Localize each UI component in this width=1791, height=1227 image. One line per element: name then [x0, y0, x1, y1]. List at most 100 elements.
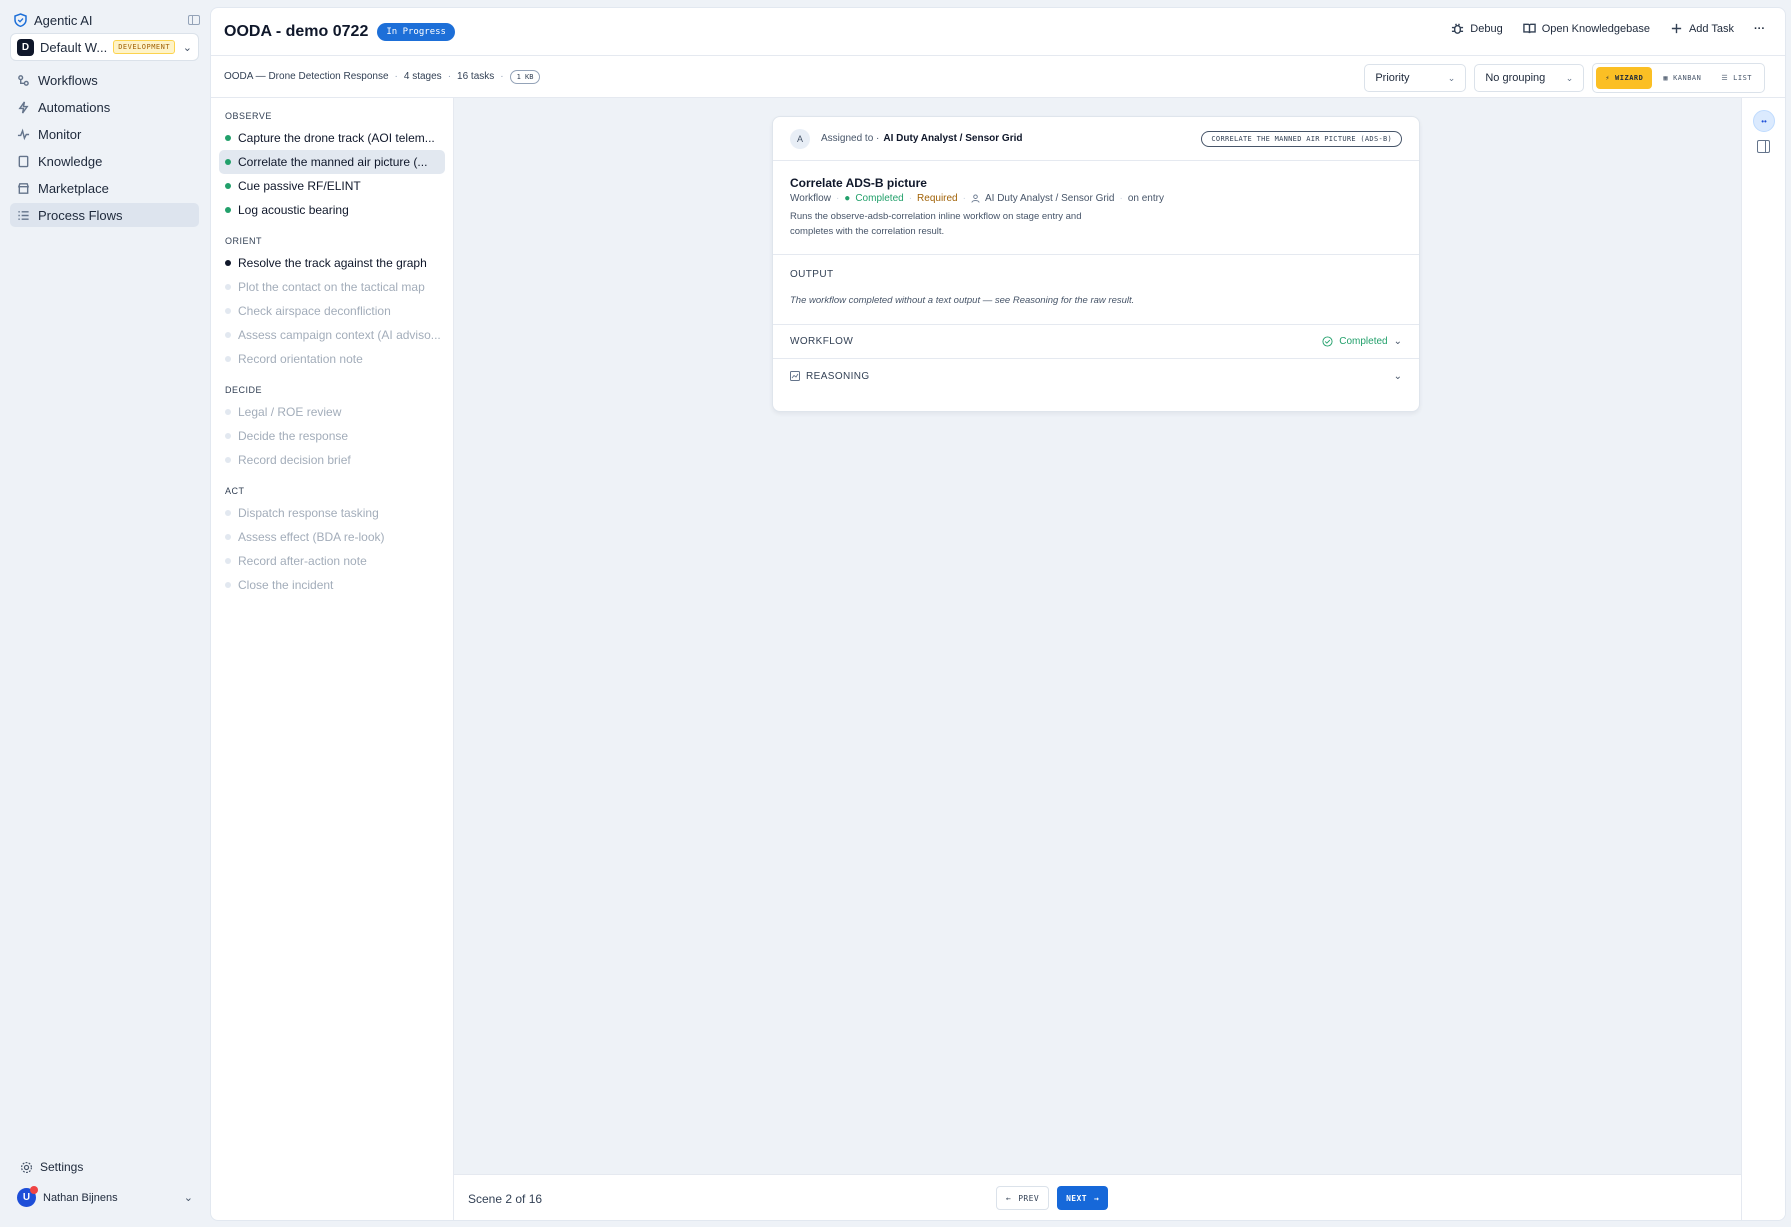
task-item[interactable]: Decide the response	[219, 424, 445, 448]
view-toggle: ⚡ WIZARD ▦ KANBAN ☰ LIST	[1592, 63, 1765, 93]
user-name: Nathan Bijnens	[43, 1191, 118, 1204]
priority-select-value: Priority	[1375, 72, 1410, 84]
sidebar-item-marketplace[interactable]: Marketplace	[10, 176, 199, 200]
main-panel: OODA - demo 0722 In Progress Debug Open …	[210, 7, 1786, 1221]
status-dot	[225, 207, 231, 213]
workspace-name: Default W...	[40, 39, 108, 55]
task-item[interactable]: Legal / ROE review	[219, 400, 445, 424]
view-list-button[interactable]: ☰ LIST	[1712, 67, 1761, 89]
task-label: Dispatch response tasking	[238, 506, 379, 520]
status-badge: In Progress	[377, 22, 455, 41]
list-icon	[18, 210, 29, 220]
task-item[interactable]: Record orientation note	[219, 347, 445, 371]
task-label: Correlate the manned air picture (...	[238, 155, 428, 169]
add-task-button[interactable]: Add Task	[1670, 22, 1734, 35]
status-dot	[225, 356, 231, 362]
chevron-down-icon: ⌄	[1393, 370, 1402, 382]
output-label: OUTPUT	[790, 269, 834, 280]
task-label: Resolve the track against the graph	[238, 256, 427, 270]
task-item[interactable]: Dispatch response tasking	[219, 501, 445, 525]
status-dot	[225, 534, 231, 540]
sidebar-item-monitor[interactable]: Monitor	[10, 122, 199, 146]
avatar: U	[17, 1186, 38, 1207]
task-item[interactable]: Check airspace deconfliction	[219, 299, 445, 323]
separator: ·	[500, 71, 504, 82]
chevron-down-icon: ⌄	[1393, 336, 1402, 347]
prev-button[interactable]: ← PREV	[996, 1186, 1050, 1210]
list-icon: ☰	[1721, 74, 1729, 82]
grouping-select-value: No grouping	[1485, 72, 1546, 84]
task-item[interactable]: Log acoustic bearing	[219, 198, 445, 222]
sidebar-item-automations[interactable]: Automations	[10, 95, 199, 119]
knowledgebase-label: Open Knowledgebase	[1541, 22, 1650, 35]
task-item[interactable]: Cue passive RF/ELINT	[219, 174, 445, 198]
wand-icon: ⚡	[1605, 74, 1611, 82]
user-menu[interactable]: U Nathan Bijnens ⌄	[17, 1186, 193, 1207]
scene-counter: Scene 2 of 16	[468, 1191, 543, 1206]
separator: ·	[962, 193, 966, 204]
task-item[interactable]: Close the incident	[219, 573, 445, 597]
arrow-right-icon: →	[1093, 1193, 1100, 1203]
sidebar: Agentic AI D Default W... DEVELOPMENT ⌄ …	[0, 0, 210, 1227]
card-header: A Assigned to · AI Duty Analyst / Sensor…	[773, 117, 1419, 161]
grouping-select[interactable]: No grouping ⌄	[1474, 64, 1585, 92]
reasoning-label: REASONING	[806, 370, 870, 382]
page-title: OODA - demo 0722	[224, 22, 369, 40]
task-item[interactable]: Assess effect (BDA re-look)	[219, 525, 445, 549]
bolt-icon	[18, 101, 29, 113]
workflow-section-toggle[interactable]: WORKFLOW Completed ⌄	[773, 325, 1419, 359]
stage-header: ORIENT	[225, 236, 263, 246]
task-item[interactable]: Plot the contact on the tactical map	[219, 275, 445, 299]
open-knowledgebase-button[interactable]: Open Knowledgebase	[1522, 22, 1650, 35]
priority-select[interactable]: Priority ⌄	[1364, 64, 1467, 92]
sidebar-item-knowledge[interactable]: Knowledge	[10, 149, 199, 173]
task-label: Capture the drone track (AOI telem...	[238, 131, 435, 145]
stage-header: DECIDE	[225, 385, 263, 395]
task-label: Check airspace deconfliction	[238, 304, 391, 318]
task-title: Correlate ADS-B picture	[790, 176, 927, 190]
stage-header: OBSERVE	[225, 111, 272, 121]
assistant-toggle-icon[interactable]: ••	[1753, 110, 1775, 132]
task-item[interactable]: Resolve the track against the graph	[219, 251, 445, 275]
status-dot	[225, 260, 231, 266]
task-meta: Workflow · ● Completed · Required · AI D…	[790, 193, 1402, 204]
task-label: Record orientation note	[238, 352, 363, 366]
check-circle-icon	[1322, 336, 1333, 347]
output-note: The workflow completed without a text ou…	[790, 295, 1135, 306]
reasoning-expand: ⌄	[1394, 371, 1402, 382]
task-item[interactable]: Capture the drone track (AOI telem...	[219, 126, 445, 150]
view-list-label: LIST	[1733, 74, 1752, 82]
status-dot	[225, 308, 231, 314]
workspace-switcher[interactable]: D Default W... DEVELOPMENT ⌄	[10, 33, 199, 61]
reasoning-icon	[790, 371, 800, 381]
sidebar-item-label: Process Flows	[38, 207, 123, 223]
task-item-active[interactable]: Correlate the manned air picture (...	[219, 150, 445, 174]
next-button[interactable]: NEXT →	[1057, 1186, 1109, 1210]
view-controls: Priority ⌄ No grouping ⌄ ⚡ WIZARD ▦ KANB…	[1364, 63, 1765, 93]
task-tag: CORRELATE THE MANNED AIR PICTURE (ADS-B)	[1201, 130, 1402, 147]
status-dot	[225, 510, 231, 516]
task-item[interactable]: Record decision brief	[219, 448, 445, 472]
brand: Agentic AI	[14, 10, 200, 30]
stage-count: 4 stages	[403, 71, 442, 82]
sidebar-item-workflows[interactable]: Workflows	[10, 68, 199, 92]
more-menu-button[interactable]: ···	[1754, 23, 1765, 35]
task-label: Legal / ROE review	[238, 405, 342, 419]
workspace-avatar: D	[17, 38, 34, 56]
settings-link[interactable]: Settings	[20, 1160, 83, 1174]
debug-button[interactable]: Debug	[1451, 22, 1503, 35]
task-item[interactable]: Record after-action note	[219, 549, 445, 573]
task-type: Workflow	[790, 193, 831, 204]
task-item[interactable]: Assess campaign context (AI adviso...	[219, 323, 445, 347]
view-kanban-button[interactable]: ▦ KANBAN	[1654, 67, 1710, 89]
reasoning-section-toggle[interactable]: REASONING ⌄	[773, 359, 1419, 393]
sidebar-item-process-flows[interactable]: Process Flows	[10, 203, 199, 227]
task-label: Cue passive RF/ELINT	[238, 179, 361, 193]
panel-toggle-icon[interactable]	[1757, 140, 1770, 153]
gear-icon	[20, 1161, 33, 1173]
status-dot	[225, 159, 231, 165]
task-label: Record decision brief	[238, 453, 351, 467]
required-badge: Required	[917, 193, 958, 204]
view-wizard-button[interactable]: ⚡ WIZARD	[1596, 67, 1653, 89]
collapse-sidebar-icon[interactable]	[188, 15, 200, 25]
